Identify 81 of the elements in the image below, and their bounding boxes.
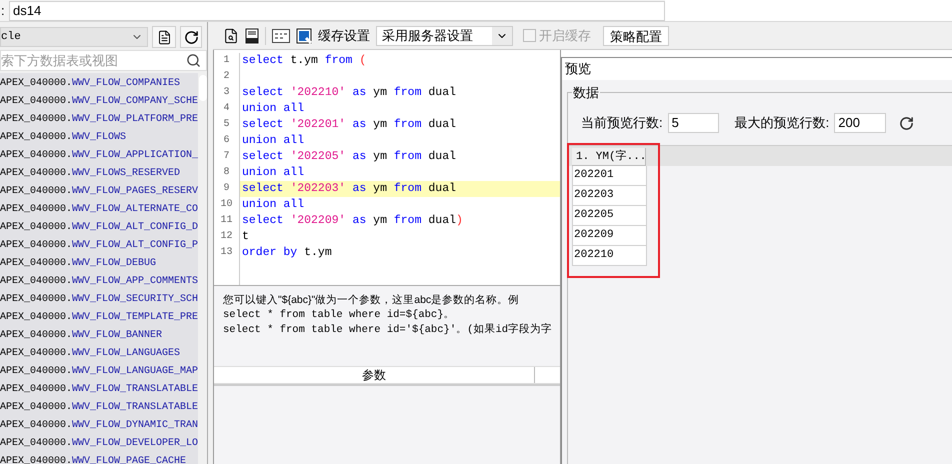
search-field[interactable]: 索下方数据表或视图 <box>0 50 207 71</box>
document-icon <box>156 30 172 44</box>
table-cell: 202205 <box>572 206 647 226</box>
max-rows-field[interactable]: 200 <box>834 113 886 133</box>
table-list-item[interactable]: APEX_040000.WWV_FLOW_APP_COMMENTS <box>0 273 198 291</box>
code-line: union all <box>241 101 306 117</box>
cache-settings-label: 缓存设置 <box>318 26 370 45</box>
current-rows-label: 当前预览行数: <box>581 114 663 132</box>
line-number: 7 <box>222 150 230 164</box>
table-list-item[interactable]: APEX_040000.WWV_FLOW_COMPANIES <box>0 75 198 93</box>
hint-text: select * from table where id=${abc}。 <box>223 308 456 323</box>
max-rows-label: 最大的预览行数: <box>734 114 830 132</box>
current-rows-field[interactable]: 5 <box>668 113 719 133</box>
refresh-icon <box>184 30 198 44</box>
code-line: select '202201' as ym from dual <box>241 117 457 133</box>
name-field[interactable]: ds14 <box>9 0 665 20</box>
table-list-item[interactable]: APEX_040000.WWV_FLOW_PAGE_CACHE <box>0 453 198 464</box>
table-list-item[interactable]: APEX_040000.WWV_FLOW_SECURITY_SCH <box>0 291 198 309</box>
table-list-item[interactable]: APEX_040000.WWV_FLOW_PLATFORM_PRE <box>0 111 198 129</box>
search-icon <box>186 53 201 68</box>
column-header[interactable]: 1. YM(字... <box>572 148 646 166</box>
table-list-item[interactable]: APEX_040000.WWV_FLOW_ALTERNATE_CO <box>0 201 198 219</box>
table-list-item[interactable]: APEX_040000.WWV_FLOW_DEBUG <box>0 255 198 273</box>
line-number: 11 <box>219 214 234 228</box>
table-list-item[interactable]: APEX_040000.WWV_FLOW_APPLICATION_ <box>0 147 198 165</box>
table-list-item[interactable]: APEX_040000.WWV_FLOW_ALT_CONFIG_D <box>0 219 198 237</box>
dialog-title: 预览 <box>565 60 591 78</box>
field-label: : <box>0 2 6 20</box>
line-number: 3 <box>222 86 230 100</box>
line-number: 2 <box>222 70 230 84</box>
code-line: union all <box>241 197 306 213</box>
table-cell: 202209 <box>572 226 647 246</box>
table-cell: 202201 <box>572 166 647 186</box>
scrollbar-thumb[interactable] <box>198 75 206 101</box>
code-line: select '202210' as ym from dual <box>241 85 457 101</box>
code-line: select '202205' as ym from dual <box>241 149 457 165</box>
table-list-item[interactable]: APEX_040000.WWV_FLOWS <box>0 129 198 147</box>
line-number: 13 <box>219 246 234 260</box>
table-cell: 202203 <box>572 186 647 206</box>
line-number: 4 <box>222 102 230 116</box>
table-list-item[interactable]: APEX_040000.WWV_FLOW_BANNER <box>0 327 198 345</box>
table-list-item[interactable]: APEX_040000.WWV_FLOW_PAGES_RESERV <box>0 183 198 201</box>
table-list-item[interactable]: APEX_040000.WWV_FLOW_COMPANY_SCHE <box>0 93 198 111</box>
line-number: 8 <box>222 166 230 180</box>
table-list-item[interactable]: APEX_040000.WWV_FLOW_TEMPLATE_PRE <box>0 309 198 327</box>
table-list-item[interactable]: APEX_040000.WWV_FLOW_TRANSLATABLE <box>0 381 198 399</box>
sql-file-icon <box>245 28 259 44</box>
table-list-item[interactable]: APEX_040000.WWV_FLOW_DYNAMIC_TRAN <box>0 417 198 435</box>
table-list-item[interactable]: APEX_040000.WWV_FLOW_DEVELOPER_LO <box>0 435 198 453</box>
database-dropdown[interactable]: cle <box>0 27 148 47</box>
code-editor[interactable] <box>214 50 560 286</box>
table-view-button[interactable] <box>152 26 176 48</box>
line-number: 12 <box>219 230 234 244</box>
code-line: union all <box>241 165 306 181</box>
column-header: 参数 <box>214 367 535 383</box>
enable-cache-label: 开启缓存 <box>539 26 591 45</box>
cache-mode-dropdown[interactable]: 采用服务器设置 <box>376 26 513 46</box>
preview-file-icon <box>223 28 239 44</box>
refresh-icon <box>899 116 914 130</box>
sql-format-icon <box>272 28 290 42</box>
table-list-item[interactable]: APEX_040000.WWV_FLOW_TRANSLATABLE <box>0 399 198 417</box>
cache-config-icon <box>296 28 312 44</box>
code-line: order by t.ym <box>241 245 333 261</box>
hint-text: select * from table where id='${abc}'。(如果id字段为字 <box>223 323 554 338</box>
line-number: 6 <box>222 134 230 148</box>
table-list-item[interactable]: APEX_040000.WWV_FLOW_ALT_CONFIG_P <box>0 237 198 255</box>
strategy-config-button[interactable]: 策略配置 <box>603 26 669 46</box>
table-list-item[interactable]: APEX_040000.WWV_FLOWS_RESERVED <box>0 165 198 183</box>
code-line: t <box>241 229 250 245</box>
table-cell: 202210 <box>572 246 647 266</box>
table-list-item[interactable]: APEX_040000.WWV_FLOW_LANGUAGES <box>0 345 198 363</box>
code-line: select '202209' as ym from dual) <box>241 213 464 229</box>
line-number: 1 <box>222 54 230 68</box>
code-line: union all <box>241 133 306 149</box>
line-number: 9 <box>222 182 230 196</box>
code-line: select t.ym from ( <box>241 53 368 69</box>
hint-text: 您可以键入"${abc}"做为一个参数，这里abc是参数的名称。例 <box>223 293 520 308</box>
table-list-item[interactable]: APEX_040000.WWV_FLOW_LANGUAGE_MAP <box>0 363 198 381</box>
refresh-button[interactable] <box>180 26 202 48</box>
line-number: 5 <box>222 118 230 132</box>
line-number: 10 <box>219 198 234 212</box>
